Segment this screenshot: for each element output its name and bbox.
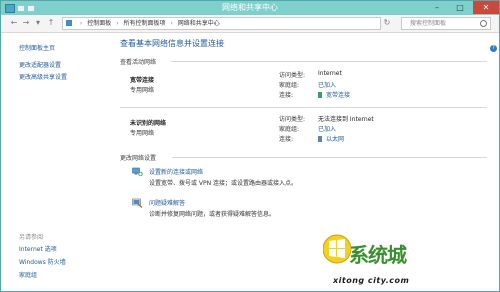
- new-connection-icon: [132, 167, 143, 177]
- address-toolbar: ← → ▾ ↑ › 控制面板 › 所有控制面板项 › 网络和共享中心 ↻ 搜索控…: [1, 15, 499, 33]
- breadcrumb-all-items[interactable]: 所有控制面板项: [124, 20, 166, 27]
- search-icon[interactable]: [480, 20, 487, 27]
- network-type[interactable]: 专用网络: [130, 128, 154, 137]
- refresh-button[interactable]: ↻: [382, 18, 392, 28]
- up-button[interactable]: ↑: [46, 18, 56, 28]
- network-name: 宽带连接: [130, 77, 155, 84]
- divider: [171, 61, 487, 62]
- page-title: 查看基本网络信息并设置连接: [120, 39, 224, 48]
- back-button[interactable]: ←: [9, 18, 19, 28]
- homegroup-link[interactable]: 已加入: [318, 124, 336, 133]
- connection-label: 连接:: [279, 136, 294, 143]
- sidebar-link-control-panel-home[interactable]: 控制面板主页: [19, 43, 55, 52]
- breadcrumb-network-center[interactable]: 网络和共享中心: [178, 20, 220, 27]
- sidebar: 控制面板主页 更改适配器设置 更改高级共享设置 另请参阅 Internet 选项…: [1, 32, 101, 291]
- sidebar-link-adapter-settings[interactable]: 更改适配器设置: [19, 60, 61, 69]
- active-networks-label: 查看活动网络: [120, 59, 157, 66]
- control-panel-icon: [66, 20, 72, 26]
- watermark-text: 系统城: [349, 243, 407, 267]
- watermark-url: xitong city.com: [333, 276, 410, 285]
- sidebar-link-homegroup[interactable]: 家庭组: [19, 270, 37, 279]
- breadcrumb-separator: ›: [116, 20, 119, 27]
- connection-label: 连接:: [279, 92, 294, 99]
- access-type-label: 访问类型:: [279, 72, 306, 79]
- title-bar[interactable]: 网络和共享中心 – □ ✕: [1, 1, 499, 15]
- homegroup-label: 家庭组:: [279, 82, 300, 89]
- connection-name: 以太网: [326, 136, 345, 143]
- breadcrumb-separator: ›: [170, 20, 173, 27]
- change-settings-label: 更改网络设置: [120, 155, 157, 162]
- network-type[interactable]: 专用网络: [130, 85, 154, 94]
- forward-button[interactable]: →: [21, 18, 31, 28]
- window-title: 网络和共享中心: [222, 3, 278, 12]
- breadcrumb-separator: ›: [79, 20, 83, 27]
- sidebar-link-internet-options[interactable]: Internet 选项: [19, 244, 57, 253]
- help-icon[interactable]: ?: [490, 45, 497, 52]
- setup-new-connection-desc: 设置宽带、拨号或 VPN 连接；或设置路由器或接入点。: [149, 180, 298, 187]
- search-input[interactable]: 搜索控制面板: [401, 17, 491, 30]
- maximize-button[interactable]: □: [449, 1, 471, 14]
- connection-link[interactable]: 宽带连接: [318, 90, 350, 99]
- troubleshoot-problems-desc: 诊断并修复网络问题，或者获得疑难解答信息。: [149, 211, 276, 218]
- wireless-connection-icon: [318, 92, 322, 98]
- troubleshoot-icon: [132, 198, 143, 208]
- sidebar-link-advanced-sharing[interactable]: 更改高级共享设置: [19, 72, 67, 81]
- close-button[interactable]: ✕: [473, 1, 499, 14]
- sidebar-link-windows-firewall[interactable]: Windows 防火墙: [19, 257, 66, 266]
- divider: [120, 107, 487, 108]
- network-name: 未识别的网络: [130, 120, 167, 127]
- homegroup-label: 家庭组:: [279, 126, 300, 133]
- breadcrumb-control-panel[interactable]: 控制面板: [87, 20, 111, 27]
- ethernet-connection-icon: [318, 136, 322, 142]
- see-also-heading: 另请参阅: [19, 234, 44, 241]
- network-sharing-center-window: 网络和共享中心 – □ ✕ ← → ▾ ↑ › 控制面板 › 所有控制面板项 ›…: [0, 0, 500, 292]
- connection-name: 宽带连接: [326, 92, 351, 99]
- access-type-value: 无法连接到 Internet: [318, 116, 374, 123]
- troubleshoot-problems-link[interactable]: 问题疑难解答: [149, 198, 185, 207]
- setup-new-connection-link[interactable]: 设置新的连接或网络: [149, 167, 203, 176]
- homegroup-link[interactable]: 已加入: [318, 80, 336, 89]
- divider: [172, 157, 487, 158]
- address-bar[interactable]: › 控制面板 › 所有控制面板项 › 网络和共享中心: [62, 17, 381, 30]
- access-type-label: 访问类型:: [279, 116, 306, 123]
- connection-link[interactable]: 以太网: [318, 134, 344, 143]
- search-placeholder: 搜索控制面板: [410, 20, 447, 27]
- access-type-value: Internet: [318, 70, 342, 77]
- minimize-button[interactable]: –: [426, 1, 448, 14]
- recent-locations-button[interactable]: ▾: [33, 18, 43, 28]
